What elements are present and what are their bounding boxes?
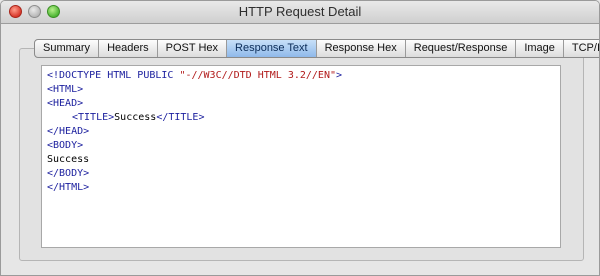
response-code: <!DOCTYPE HTML PUBLIC "-//W3C//DTD HTML …	[42, 66, 560, 198]
code-line-html-close: </HTML>	[47, 181, 555, 195]
html-close-tag: </HTML>	[47, 182, 90, 193]
doctype-tag-end: >	[336, 70, 343, 81]
tab-request-response[interactable]: Request/Response	[404, 40, 516, 57]
tab-response-text[interactable]: Response Text	[226, 40, 316, 57]
code-line-body-close: </BODY>	[47, 167, 555, 181]
title-text: Success	[114, 112, 157, 123]
code-line-body-text: Success	[47, 153, 555, 167]
head-close-tag: </HEAD>	[47, 126, 90, 137]
tab-response-hex[interactable]: Response Hex	[315, 40, 405, 57]
window-title: HTTP Request Detail	[238, 4, 362, 19]
tab-image[interactable]: Image	[515, 40, 563, 57]
body-open-tag: <BODY>	[47, 140, 84, 151]
title-close-tag: </TITLE>	[156, 112, 205, 123]
response-text-view[interactable]: <!DOCTYPE HTML PUBLIC "-//W3C//DTD HTML …	[41, 65, 561, 248]
doctype-tag-start: <!DOCTYPE HTML PUBLIC	[47, 70, 180, 81]
html-open-tag: <HTML>	[47, 84, 84, 95]
head-open-tag: <HEAD>	[47, 98, 84, 109]
code-line-doctype: <!DOCTYPE HTML PUBLIC "-//W3C//DTD HTML …	[47, 69, 555, 83]
doctype-string: "-//W3C//DTD HTML 3.2//EN"	[179, 70, 336, 81]
code-line-html-open: <HTML>	[47, 83, 555, 97]
tab-post-hex[interactable]: POST Hex	[156, 40, 226, 57]
title-open-tag: <TITLE>	[72, 112, 115, 123]
code-line-body-open: <BODY>	[47, 139, 555, 153]
tab-summary[interactable]: Summary	[35, 40, 98, 57]
body-text: Success	[47, 154, 90, 165]
tab-tcp-ip[interactable]: TCP/IP	[562, 40, 599, 57]
code-line-title: <TITLE>Success</TITLE>	[47, 111, 555, 125]
title-bar: HTTP Request Detail	[1, 1, 599, 24]
code-line-head-open: <HEAD>	[47, 97, 555, 111]
tab-bar: Summary Headers POST Hex Response Text R…	[34, 39, 599, 58]
code-line-head-close: </HEAD>	[47, 125, 555, 139]
tab-headers[interactable]: Headers	[98, 40, 157, 57]
body-close-tag: </BODY>	[47, 168, 90, 179]
window: HTTP Request Detail Summary Headers POST…	[0, 0, 600, 276]
